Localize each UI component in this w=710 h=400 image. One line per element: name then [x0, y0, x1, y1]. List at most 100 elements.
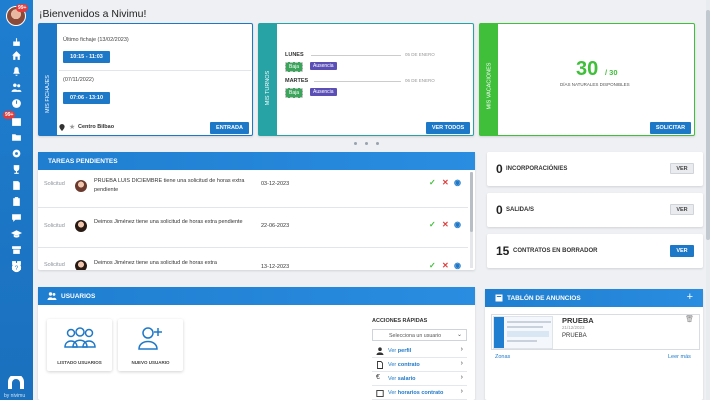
vacaciones-tab: MIS VACACIONES: [480, 24, 498, 135]
star-icon: ★: [69, 124, 76, 131]
task-text: Deimos Jiménez tiene una solicitud de ho…: [94, 219, 243, 225]
announcement-card[interactable]: PRUEBA 21/12/2023 PRUEBA 🗑: [491, 314, 700, 350]
chevron-down-icon: ⌄: [456, 332, 462, 338]
vacaciones-card: MIS VACACIONES 30 / 30 DÍAS NATURALES DI…: [479, 23, 695, 136]
stat-value: 0: [496, 203, 503, 217]
reject-icon[interactable]: ✕: [442, 220, 449, 229]
contratos-card: 15 CONTRATOS EN BORRADOR VER: [487, 234, 703, 268]
folder-icon[interactable]: [11, 132, 22, 143]
read-more-link[interactable]: Leer más: [668, 354, 691, 360]
task-row[interactable]: Solicitud Deimos Jiménez tiene una solic…: [38, 217, 475, 257]
approve-icon[interactable]: ✓: [429, 220, 436, 229]
time-range-1[interactable]: 10:15 - 11:03: [63, 51, 110, 63]
chevron-right-icon: ›: [460, 346, 463, 353]
sidebar: 99+ 99+ ? by nivimu: [0, 0, 33, 400]
ver-button[interactable]: VER: [670, 163, 694, 174]
task-row-clip: Solicitud Deimos Jiménez tiene una solic…: [38, 254, 475, 270]
home-icon[interactable]: [11, 50, 22, 61]
task-date: 13-12-2023: [261, 264, 290, 270]
euro-icon: €: [376, 374, 380, 381]
svg-text:?: ?: [15, 265, 19, 272]
nivimu-logo: [8, 376, 24, 389]
task-type: Solicitud: [44, 262, 65, 268]
approve-icon[interactable]: ✓: [429, 261, 436, 270]
user-icon: [376, 347, 384, 355]
task-type: Solicitud: [44, 181, 65, 187]
approve-icon[interactable]: ✓: [429, 178, 436, 187]
add-icon[interactable]: +: [687, 291, 693, 303]
quick-action-schedule[interactable]: Ver horarios contrato ›: [372, 387, 467, 400]
tag-ausencia-1: Ausencia: [310, 62, 337, 70]
tag-baja-2: Baja: [285, 88, 304, 98]
user-select[interactable]: Selecciona un usuario ⌄: [372, 329, 467, 341]
zones-link[interactable]: Zonas: [495, 354, 510, 360]
ver-button[interactable]: VER: [670, 245, 694, 257]
cake-icon[interactable]: [11, 36, 22, 47]
view-icon[interactable]: ◉: [454, 178, 461, 187]
date-1: 05 DE ENERO: [405, 52, 435, 57]
task-type: Solicitud: [44, 223, 65, 229]
calendar-icon[interactable]: [11, 116, 22, 127]
avatar: [75, 180, 87, 192]
task-text: PRUEBA LUIS DICIEMBRE tiene una solicitu…: [94, 178, 245, 193]
help-icon[interactable]: ?: [11, 262, 22, 273]
time-range-2[interactable]: 07:06 - 13:10: [63, 92, 110, 104]
announcement-thumbnail: [493, 316, 553, 349]
incorporaciones-card: 0 INCORPORACIÓN/ES VER: [487, 152, 703, 186]
page-scrollbar[interactable]: [706, 0, 710, 400]
clipboard-icon[interactable]: [11, 196, 22, 207]
post-body: PRUEBA: [562, 333, 587, 339]
trash-icon[interactable]: 🗑: [685, 315, 694, 323]
salidas-card: 0 SALIDA/S VER: [487, 193, 703, 227]
quick-action-salary[interactable]: € Ver salario ›: [372, 373, 467, 386]
task-text: Deimos Jiménez tiene una solicitud de ho…: [94, 260, 217, 266]
carousel-dots[interactable]: [354, 142, 379, 145]
solicitar-button[interactable]: SOLICITAR: [650, 122, 691, 134]
task-row[interactable]: Solicitud Deimos Jiménez tiene una solic…: [38, 254, 475, 270]
quick-action-profile[interactable]: Ver perfil ›: [372, 345, 467, 358]
ver-button[interactable]: VER: [670, 204, 694, 215]
quick-action-contract[interactable]: Ver contrato ›: [372, 359, 467, 372]
entrada-button[interactable]: ENTRADA: [210, 122, 249, 134]
divider: [311, 55, 401, 56]
reject-icon[interactable]: ✕: [442, 261, 449, 270]
ver-todos-button[interactable]: VER TODOS: [426, 122, 470, 134]
store-icon[interactable]: [11, 244, 22, 255]
day-2: MARTES: [285, 78, 309, 84]
task-date: 22-06-2023: [261, 223, 290, 229]
divider: [314, 81, 401, 82]
listado-usuarios-tile[interactable]: LISTADO USUARIOS: [47, 319, 112, 371]
graduation-icon[interactable]: [11, 228, 22, 239]
tile-label: NUEVO USUARIO: [131, 360, 170, 365]
page-title: ¡Bienvenidos a Nivimu!: [39, 8, 147, 20]
tablon-title: TABLÓN DE ANUNCIOS: [507, 294, 581, 302]
avatar-badge: 99+: [16, 4, 29, 12]
location-pin-icon: [59, 124, 65, 131]
scrollbar[interactable]: [470, 172, 473, 268]
chat-icon[interactable]: [11, 212, 22, 223]
add-user-icon: [138, 327, 162, 350]
clock-icon[interactable]: [11, 98, 22, 109]
tareas-header: TAREAS PENDIENTES: [38, 152, 475, 170]
bell-icon[interactable]: [11, 66, 22, 77]
task-date: 03-12-2023: [261, 181, 290, 187]
nuevo-usuario-tile[interactable]: NUEVO USUARIO: [118, 319, 183, 371]
date-2: 06 DE ENERO: [405, 78, 435, 83]
users-group-icon: [64, 327, 96, 348]
day-1: LUNES: [285, 52, 304, 58]
document-icon[interactable]: [11, 180, 22, 191]
users-icon: [47, 292, 57, 300]
fichajes-card: MIS FICHAJES Último fichaje (13/02/2023)…: [38, 23, 253, 136]
view-icon[interactable]: ◉: [454, 261, 461, 270]
task-row[interactable]: Solicitud PRUEBA LUIS DICIEMBRE tiene un…: [38, 176, 475, 216]
stat-label: SALIDA/S: [506, 207, 535, 213]
quick-actions-title: ACCIONES RÁPIDAS: [372, 318, 428, 324]
gear-icon[interactable]: [11, 148, 22, 159]
users-icon[interactable]: [11, 82, 22, 93]
tag-baja-1: Baja: [285, 62, 304, 72]
view-icon[interactable]: ◉: [454, 220, 461, 229]
turnos-card: MIS TURNOS LUNES 05 DE ENERO Baja Ausenc…: [258, 23, 474, 136]
trophy-icon[interactable]: [11, 164, 22, 175]
reject-icon[interactable]: ✕: [442, 178, 449, 187]
divider: [59, 70, 251, 71]
